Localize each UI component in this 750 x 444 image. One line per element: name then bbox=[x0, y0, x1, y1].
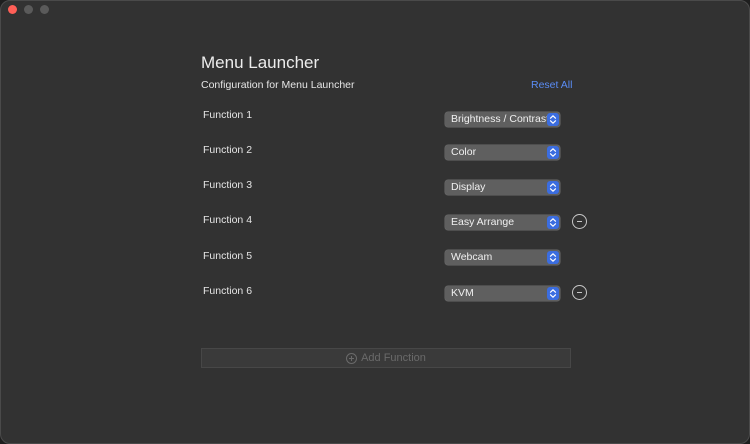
add-function-button[interactable]: Add Function bbox=[201, 348, 571, 368]
function-6-select[interactable]: KVM bbox=[445, 286, 560, 301]
add-function-label: Add Function bbox=[361, 352, 426, 364]
function-4-label: Function 4 bbox=[203, 214, 253, 226]
function-2-select[interactable]: Color bbox=[445, 145, 560, 160]
function-5-label: Function 5 bbox=[203, 250, 253, 262]
zoom-window-button[interactable] bbox=[40, 5, 49, 14]
function-4-value: Easy Arrange bbox=[451, 216, 515, 228]
function-1-select[interactable]: Brightness / Contrast bbox=[445, 112, 560, 127]
function-4-select[interactable]: Easy Arrange bbox=[445, 215, 560, 230]
chevron-updown-icon bbox=[547, 181, 559, 194]
function-3-value: Display bbox=[451, 181, 486, 193]
app-window: Menu Launcher Configuration for Menu Lau… bbox=[0, 0, 750, 444]
chevron-updown-icon bbox=[547, 146, 559, 159]
function-3-label: Function 3 bbox=[203, 179, 253, 191]
page-subtitle: Configuration for Menu Launcher bbox=[201, 79, 355, 91]
chevron-updown-icon bbox=[547, 287, 559, 300]
remove-function-4-button[interactable] bbox=[572, 214, 587, 229]
minimize-window-button[interactable] bbox=[24, 5, 33, 14]
function-1-value: Brightness / Contrast bbox=[451, 113, 550, 125]
function-6-label: Function 6 bbox=[203, 285, 253, 297]
plus-circle-icon bbox=[346, 352, 358, 364]
close-window-button[interactable] bbox=[8, 5, 17, 14]
function-5-select[interactable]: Webcam bbox=[445, 250, 560, 265]
function-2-value: Color bbox=[451, 146, 477, 158]
window-controls bbox=[8, 5, 49, 14]
function-2-label: Function 2 bbox=[203, 144, 253, 156]
function-5-value: Webcam bbox=[451, 251, 493, 263]
remove-function-6-button[interactable] bbox=[572, 285, 587, 300]
function-3-select[interactable]: Display bbox=[445, 180, 560, 195]
chevron-updown-icon bbox=[547, 113, 559, 126]
reset-all-link[interactable]: Reset All bbox=[531, 79, 572, 91]
chevron-updown-icon bbox=[547, 216, 559, 229]
page-title: Menu Launcher bbox=[201, 53, 320, 72]
chevron-updown-icon bbox=[547, 251, 559, 264]
function-6-value: KVM bbox=[451, 287, 474, 299]
function-1-label: Function 1 bbox=[203, 109, 253, 121]
